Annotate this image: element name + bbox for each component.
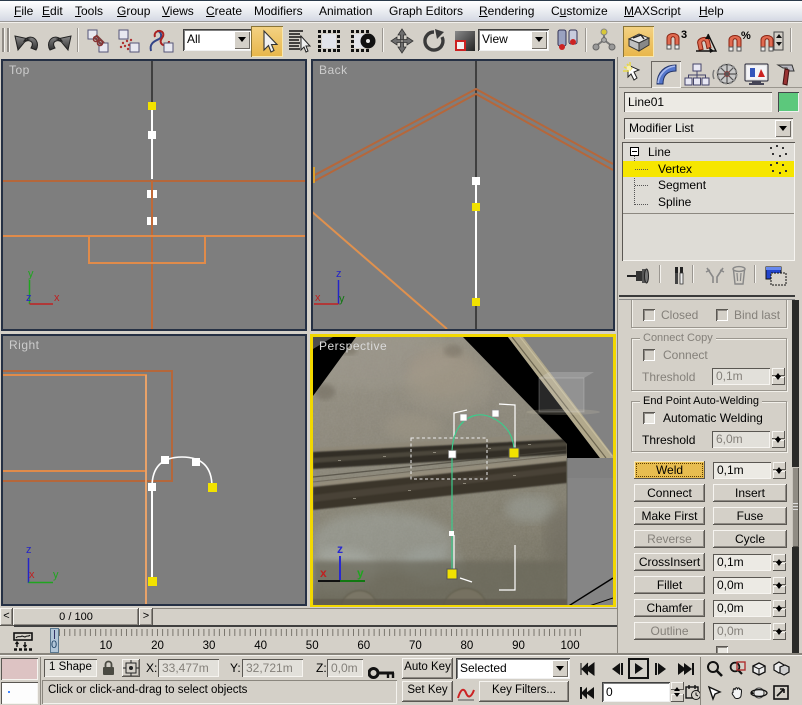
svg-text:20: 20 — [151, 640, 164, 652]
svg-text:y: y — [28, 268, 34, 280]
svg-text:z: z — [336, 268, 342, 280]
svg-text:z: z — [337, 542, 343, 556]
svg-text:x: x — [315, 292, 321, 304]
svg-text:50: 50 — [306, 640, 319, 652]
svg-text:y: y — [53, 569, 59, 581]
svg-text:x: x — [320, 566, 327, 580]
svg-text:%: % — [741, 30, 751, 42]
svg-text:z: z — [26, 292, 32, 304]
svg-text:90: 90 — [512, 640, 525, 652]
svg-text:60: 60 — [357, 640, 370, 652]
svg-text:80: 80 — [461, 640, 474, 652]
svg-text:30: 30 — [203, 640, 216, 652]
svg-text:40: 40 — [254, 640, 267, 652]
svg-text:y: y — [339, 293, 345, 305]
svg-text:10: 10 — [100, 640, 113, 652]
svg-text:x: x — [54, 292, 60, 304]
svg-text:3: 3 — [681, 29, 687, 41]
svg-text:y: y — [357, 566, 364, 580]
svg-text:100: 100 — [561, 640, 580, 652]
svg-text:70: 70 — [409, 640, 422, 652]
svg-text:x: x — [29, 569, 35, 581]
svg-text:z: z — [26, 544, 32, 556]
